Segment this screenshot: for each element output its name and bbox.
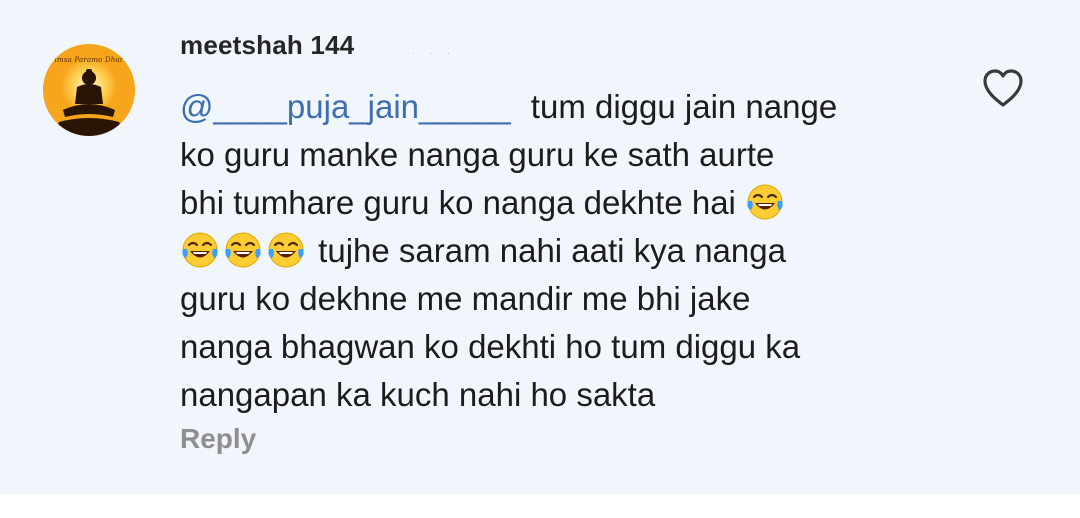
comment-card: imsa Paramo Dhar meetshah 144 . . . @___… [0, 0, 1080, 494]
laughing-emoji-icon [180, 230, 220, 270]
comment-line-6: nanga bhagwan ko dekhti ho tum diggu ka [180, 328, 801, 365]
comment-line-2: ko guru manke nanga guru ke sath aurte [180, 136, 775, 173]
reply-button[interactable]: Reply [180, 423, 256, 455]
comment-line-3: bhi tumhare guru ko nanga dekhte hai [180, 179, 940, 227]
comment-line-4-text: tujhe saram nahi aati kya nanga [318, 232, 786, 269]
comment-line-5: guru ko dekhne me mandir me bhi jake [180, 280, 751, 317]
comment-text: @____puja_jain_____ tum diggu jain nange … [180, 83, 940, 419]
comment-line-1: @____puja_jain_____ tum diggu jain nange [180, 83, 940, 131]
laughing-emoji-icon [223, 230, 263, 270]
mention-link[interactable]: @____puja_jain_____ [180, 88, 511, 125]
comment-username[interactable]: meetshah 144 [180, 30, 354, 61]
dots-decoration: . . . [412, 46, 456, 57]
comment-line-7: nangapan ka kuch nahi ho sakta [180, 376, 656, 413]
avatar-caption: imsa Paramo Dhar [54, 56, 124, 64]
comment-line-1-text: tum diggu jain nange [530, 88, 838, 125]
comment-line-4: tujhe saram nahi aati kya nanga [180, 227, 940, 275]
avatar[interactable]: imsa Paramo Dhar [43, 44, 135, 136]
heart-outline-icon[interactable] [980, 66, 1026, 110]
laughing-emoji-icon [745, 182, 785, 222]
laughing-emoji-icon [266, 230, 306, 270]
comment-line-3-text: bhi tumhare guru ko nanga dekhte hai [180, 184, 736, 221]
